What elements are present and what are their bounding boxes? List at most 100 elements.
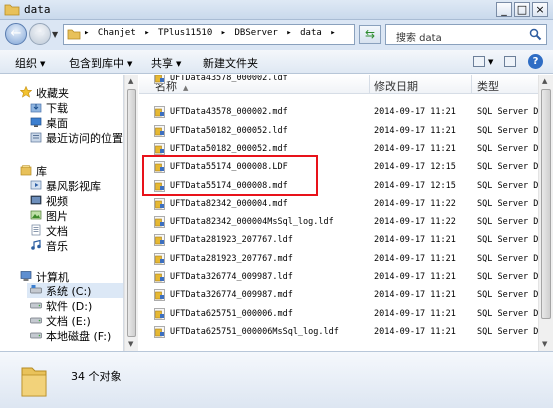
forward-button[interactable]: → [29,23,51,45]
search-input[interactable]: 搜索 data [385,24,547,45]
command-bar: 组织 ▼ 包含到库中 ▼ 共享 ▼ 新建文件夹 ▼ ? [0,50,553,74]
details-pane: 34 个对象 [0,351,553,408]
star-icon [20,86,32,98]
file-type: SQL Server D [477,198,538,209]
share-label: 共享 [151,57,173,70]
breadcrumb-chanjet[interactable]: Chanjet [98,28,136,38]
file-date: 2014-09-17 11:21 [374,235,456,246]
include-in-library-button[interactable]: 包含到库中 ▼ [69,55,132,71]
folder-icon [21,367,47,397]
file-date: 2014-09-17 12:15 [374,180,456,191]
drive-icon [30,317,42,324]
breadcrumb-dbserver[interactable]: DBServer [235,28,278,38]
library-icon [20,165,32,176]
database-file-icon [154,252,165,265]
scroll-thumb[interactable] [541,89,551,319]
view-icon[interactable] [473,56,485,67]
database-file-icon [154,124,165,137]
file-row[interactable]: UFTData326774_009987.mdf 2014-09-17 11:21… [139,286,538,304]
file-row[interactable]: UFTData43578_000002.ldf [139,75,538,87]
breadcrumb-separator: ▸ [84,28,90,38]
database-file-icon [154,106,165,119]
video-icon [30,195,42,205]
search-icon[interactable] [529,28,542,41]
view-dropdown-icon[interactable]: ▼ [488,58,493,66]
organize-button[interactable]: 组织 ▼ [15,55,45,71]
address-row: ← → ▼ ▸ Chanjet ▸ TPlus11510 ▸ DBServer … [0,20,553,50]
file-date: 2014-09-17 11:21 [374,272,456,282]
file-row[interactable]: UFTData281923_207767.mdf 2014-09-17 11:21… [139,250,538,268]
file-type: SQL Server D [477,290,538,301]
history-dropdown-icon[interactable]: ▼ [52,30,58,39]
file-name: UFTData326774_009987.mdf [170,290,293,301]
nav-label: 系统 (C:) [46,285,92,298]
chevron-down-icon: ▼ [127,60,133,68]
close-button[interactable]: × [532,2,548,17]
download-folder-icon [30,103,42,113]
preview-pane-icon[interactable] [504,56,516,67]
nav-label: 最近访问的位置 [46,132,123,145]
file-name: UFTData82342_000004.mdf [170,198,288,209]
back-button[interactable]: ← [5,23,27,45]
nav-label: 桌面 [46,117,68,130]
file-date: 2014-09-17 12:15 [374,162,456,173]
address-bar[interactable]: ▸ Chanjet ▸ TPlus11510 ▸ DBServer ▸ data… [63,24,410,45]
breadcrumb-separator: ▸ [330,28,336,38]
file-row[interactable]: UFTData625751_000006.mdf 2014-09-17 11:21… [139,305,538,323]
file-row[interactable]: UFTData82342_000004MsSql_log.ldf 2014-09-… [139,213,538,231]
file-type: SQL Server D [477,326,538,337]
breadcrumb-data[interactable]: data [300,28,322,38]
window-title: data [24,3,51,16]
drive-icon [30,302,42,309]
file-row[interactable]: UFTData326774_009987.ldf 2014-09-17 11:21… [139,268,538,286]
file-date: 2014-09-17 11:21 [374,326,456,337]
file-date: 2014-09-17 11:21 [374,107,456,118]
include-label: 包含到库中 [69,57,124,70]
file-type: SQL Server D [477,253,538,264]
computer-icon [20,271,32,281]
nav-scrollbar[interactable]: ▲ ▼ [124,75,138,351]
scroll-down-icon[interactable]: ▼ [542,340,547,348]
red-highlight-box [142,155,318,196]
drive-icon [30,332,42,339]
scroll-up-icon[interactable]: ▲ [542,77,547,85]
file-row[interactable]: UFTData50182_000052.ldf 2014-09-17 11:21 S… [139,122,538,140]
scroll-up-icon[interactable]: ▲ [128,77,133,85]
help-icon[interactable]: ? [528,54,543,69]
file-type: SQL Server D [477,162,538,173]
file-type: SQL Server D [477,217,538,228]
file-row[interactable]: UFTData281923_207767.ldf 2014-09-17 11:21… [139,231,538,249]
new-folder-button[interactable]: 新建文件夹 [203,55,258,71]
scroll-down-icon[interactable]: ▼ [128,340,133,348]
chevron-down-icon: ▼ [40,60,46,68]
database-file-icon [154,234,165,247]
file-row[interactable]: UFTData43578_000002.mdf 2014-09-17 11:21 S… [139,103,538,121]
database-file-icon [154,307,165,320]
file-type: SQL Server D [477,235,538,246]
database-file-icon [154,326,165,338]
minimize-button[interactable]: _ [496,2,512,17]
refresh-button[interactable]: ⇆ [359,25,381,44]
database-file-icon [154,216,165,228]
file-name: UFTData281923_207767.ldf [170,235,293,246]
search-placeholder: 搜索 data [396,33,442,44]
video-library-icon [30,180,42,190]
scroll-thumb[interactable] [127,89,136,337]
database-file-icon [154,143,165,155]
nav-label: 音乐 [46,240,68,253]
file-name: UFTData625751_000006MsSql_log.ldf [170,326,339,337]
file-row[interactable]: UFTData625751_000006MsSql_log.ldf 2014-09… [139,323,538,341]
file-name: UFTData326774_009987.ldf [170,272,293,282]
maximize-button[interactable]: □ [514,2,530,17]
nav-label: 文档 (E:) [46,315,91,328]
share-button[interactable]: 共享 ▼ [151,55,181,71]
new-folder-label: 新建文件夹 [203,57,258,70]
desktop-icon [30,117,42,127]
nav-drive-c[interactable]: 系统 (C:) [27,283,123,298]
file-date: 2014-09-17 11:21 [374,290,456,301]
file-name: UFTData281923_207767.mdf [170,253,293,264]
file-list-scrollbar[interactable]: ▲ ▼ [538,75,553,351]
file-row[interactable]: UFTData82342_000004.mdf 2014-09-17 11:22 S… [139,195,538,213]
breadcrumb-tplus[interactable]: TPlus11510 [158,28,212,38]
file-type: SQL Server D [477,125,538,136]
